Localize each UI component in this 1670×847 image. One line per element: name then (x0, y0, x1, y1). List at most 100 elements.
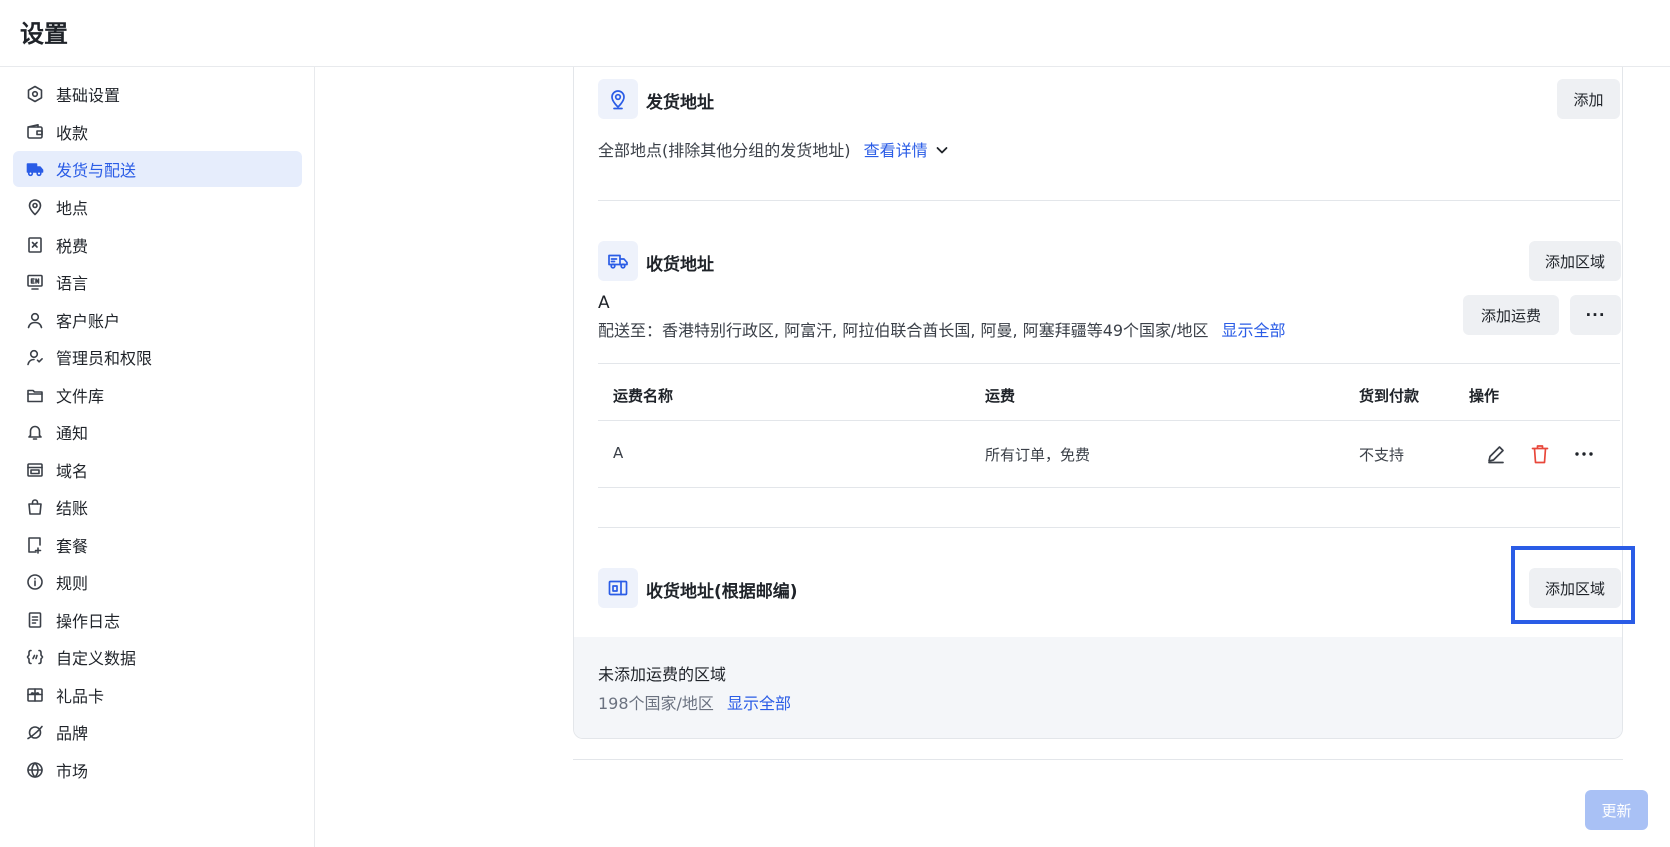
globe-icon (26, 761, 44, 779)
sidebar-item-label: 规则 (56, 574, 89, 593)
table-header-divider (598, 420, 1620, 421)
table-header-actions: 操作 (1469, 387, 1500, 405)
update-button[interactable]: 更新 (1585, 790, 1648, 830)
sidebar-item-admins-permissions[interactable]: 管理员和权限 (13, 339, 302, 375)
sidebar-item-markets[interactable]: 市场 (13, 752, 302, 788)
brand-icon (26, 723, 44, 741)
unassigned-zones-panel: 未添加运费的区域 198个国家/地区 显示全部 (574, 637, 1622, 738)
info-icon (26, 573, 44, 591)
shipping-profile-card: 发货地址 添加 全部地点(排除其他分组的发货地址) 查看详情 收货地址 添加区域… (573, 67, 1623, 739)
unassigned-show-all-link[interactable]: 显示全部 (727, 694, 791, 713)
zone-more-button[interactable]: ··· (1570, 295, 1621, 335)
sidebar-item-plans[interactable]: 套餐 (13, 527, 302, 563)
sidebar-item-basic-settings[interactable]: 基础设置 (13, 76, 302, 112)
sidebar-item-label: 自定义数据 (56, 649, 137, 668)
sidebar-item-label: 收款 (56, 124, 89, 143)
location-pin-icon (26, 198, 44, 216)
edit-icon[interactable] (1482, 440, 1510, 468)
delete-trash-icon[interactable] (1526, 440, 1554, 468)
sidebar-item-custom-data[interactable]: 自定义数据 (13, 639, 302, 675)
add-zone-button[interactable]: 添加区域 (1529, 241, 1621, 281)
row-rate-name: A (613, 444, 624, 462)
postcode-zones-title: 收货地址(根据邮编) (646, 582, 798, 602)
plan-icon (26, 536, 44, 554)
section-divider (598, 527, 1620, 528)
wallet-icon (26, 123, 44, 141)
sidebar-item-label: 基础设置 (56, 86, 121, 105)
zone-name: A (598, 293, 610, 313)
sidebar-item-payments[interactable]: 收款 (13, 114, 302, 150)
row-more-icon[interactable] (1570, 440, 1598, 468)
sidebar-item-label: 语言 (56, 274, 89, 293)
zone-ship-to: 配送至：香港特别行政区, 阿富汗, 阿拉伯联合酋长国, 阿曼, 阿塞拜疆等49个… (598, 317, 1286, 341)
truck-icon (26, 160, 44, 178)
unassigned-zones-title: 未添加运费的区域 (598, 665, 727, 684)
delivery-truck-icon (598, 241, 638, 281)
gift-card-icon (26, 686, 44, 704)
table-header-rate-name: 运费名称 (613, 387, 674, 405)
sidebar-item-language[interactable]: 语言 (13, 264, 302, 300)
delivery-zones-title: 收货地址 (646, 255, 714, 275)
domain-icon (26, 461, 44, 479)
sidebar-item-label: 结账 (56, 499, 89, 518)
main-content: 发货地址 添加 全部地点(排除其他分组的发货地址) 查看详情 收货地址 添加区域… (316, 67, 1670, 847)
sidebar-item-label: 发货与配送 (56, 161, 137, 180)
sidebar-item-shipping-delivery[interactable]: 发货与配送 (13, 151, 302, 187)
sidebar-item-label: 管理员和权限 (56, 349, 153, 368)
folder-icon (26, 386, 44, 404)
page-header: 设置 (0, 0, 1670, 67)
sidebar-item-activity-log[interactable]: 操作日志 (13, 602, 302, 638)
table-header-rate: 运费 (985, 387, 1016, 405)
zone-show-all-link[interactable]: 显示全部 (1222, 321, 1286, 340)
sidebar-item-label: 操作日志 (56, 612, 121, 631)
user-icon (26, 311, 44, 329)
page-title: 设置 (20, 20, 68, 48)
receipt-icon (26, 236, 44, 254)
sidebar-item-notifications[interactable]: 通知 (13, 414, 302, 450)
sidebar-item-label: 套餐 (56, 537, 89, 556)
sidebar-item-locations[interactable]: 地点 (13, 189, 302, 225)
user-shield-icon (26, 348, 44, 366)
sidebar-item-taxes[interactable]: 税费 (13, 227, 302, 263)
shipping-origin-text: 全部地点(排除其他分组的发货地址) (598, 141, 851, 160)
language-icon (26, 273, 44, 291)
table-bottom-divider (598, 487, 1620, 488)
shipping-origin-description: 全部地点(排除其他分组的发货地址) 查看详情 (598, 137, 949, 161)
shopping-bag-icon (26, 498, 44, 516)
zone-ship-to-text: 配送至：香港特别行政区, 阿富汗, 阿拉伯联合酋长国, 阿曼, 阿塞拜疆等49个… (598, 321, 1209, 340)
log-icon (26, 611, 44, 629)
table-header-cod: 货到付款 (1359, 387, 1420, 405)
sidebar-item-label: 客户账户 (56, 312, 121, 331)
settings-sidebar: 基础设置 收款 发货与配送 地点 税费 语言 客户账户 管理员和权限 文件库 通… (0, 67, 315, 847)
row-cod: 不支持 (1359, 446, 1405, 464)
sidebar-item-brand[interactable]: 品牌 (13, 714, 302, 750)
page-footer-divider (573, 759, 1623, 760)
sidebar-item-rules[interactable]: 规则 (13, 564, 302, 600)
sidebar-item-label: 市场 (56, 762, 89, 781)
sidebar-item-file-library[interactable]: 文件库 (13, 377, 302, 413)
sidebar-item-label: 通知 (56, 424, 89, 443)
sidebar-item-label: 文件库 (56, 387, 105, 406)
sidebar-item-checkout[interactable]: 结账 (13, 489, 302, 525)
sidebar-item-customer-accounts[interactable]: 客户账户 (13, 302, 302, 338)
unassigned-zones-count: 198个国家/地区 显示全部 (598, 690, 791, 714)
table-top-divider (598, 363, 1620, 364)
location-pin-icon (598, 79, 638, 119)
sidebar-item-gift-cards[interactable]: 礼品卡 (13, 677, 302, 713)
sidebar-item-label: 域名 (56, 462, 89, 481)
chevron-down-icon[interactable] (935, 142, 949, 161)
row-rate: 所有订单，免费 (985, 446, 1091, 464)
gear-icon (26, 85, 44, 103)
postcode-icon (598, 568, 638, 608)
section-divider (598, 200, 1620, 201)
sidebar-item-label: 礼品卡 (56, 687, 105, 706)
sidebar-item-label: 品牌 (56, 724, 89, 743)
bell-icon (26, 423, 44, 441)
add-origin-button[interactable]: 添加 (1557, 79, 1620, 119)
add-rate-button[interactable]: 添加运费 (1463, 295, 1559, 335)
custom-data-icon (26, 648, 44, 666)
unassigned-count-text: 198个国家/地区 (598, 694, 714, 713)
view-details-link[interactable]: 查看详情 (864, 141, 928, 160)
sidebar-item-domains[interactable]: 域名 (13, 452, 302, 488)
sidebar-item-label: 税费 (56, 237, 89, 256)
